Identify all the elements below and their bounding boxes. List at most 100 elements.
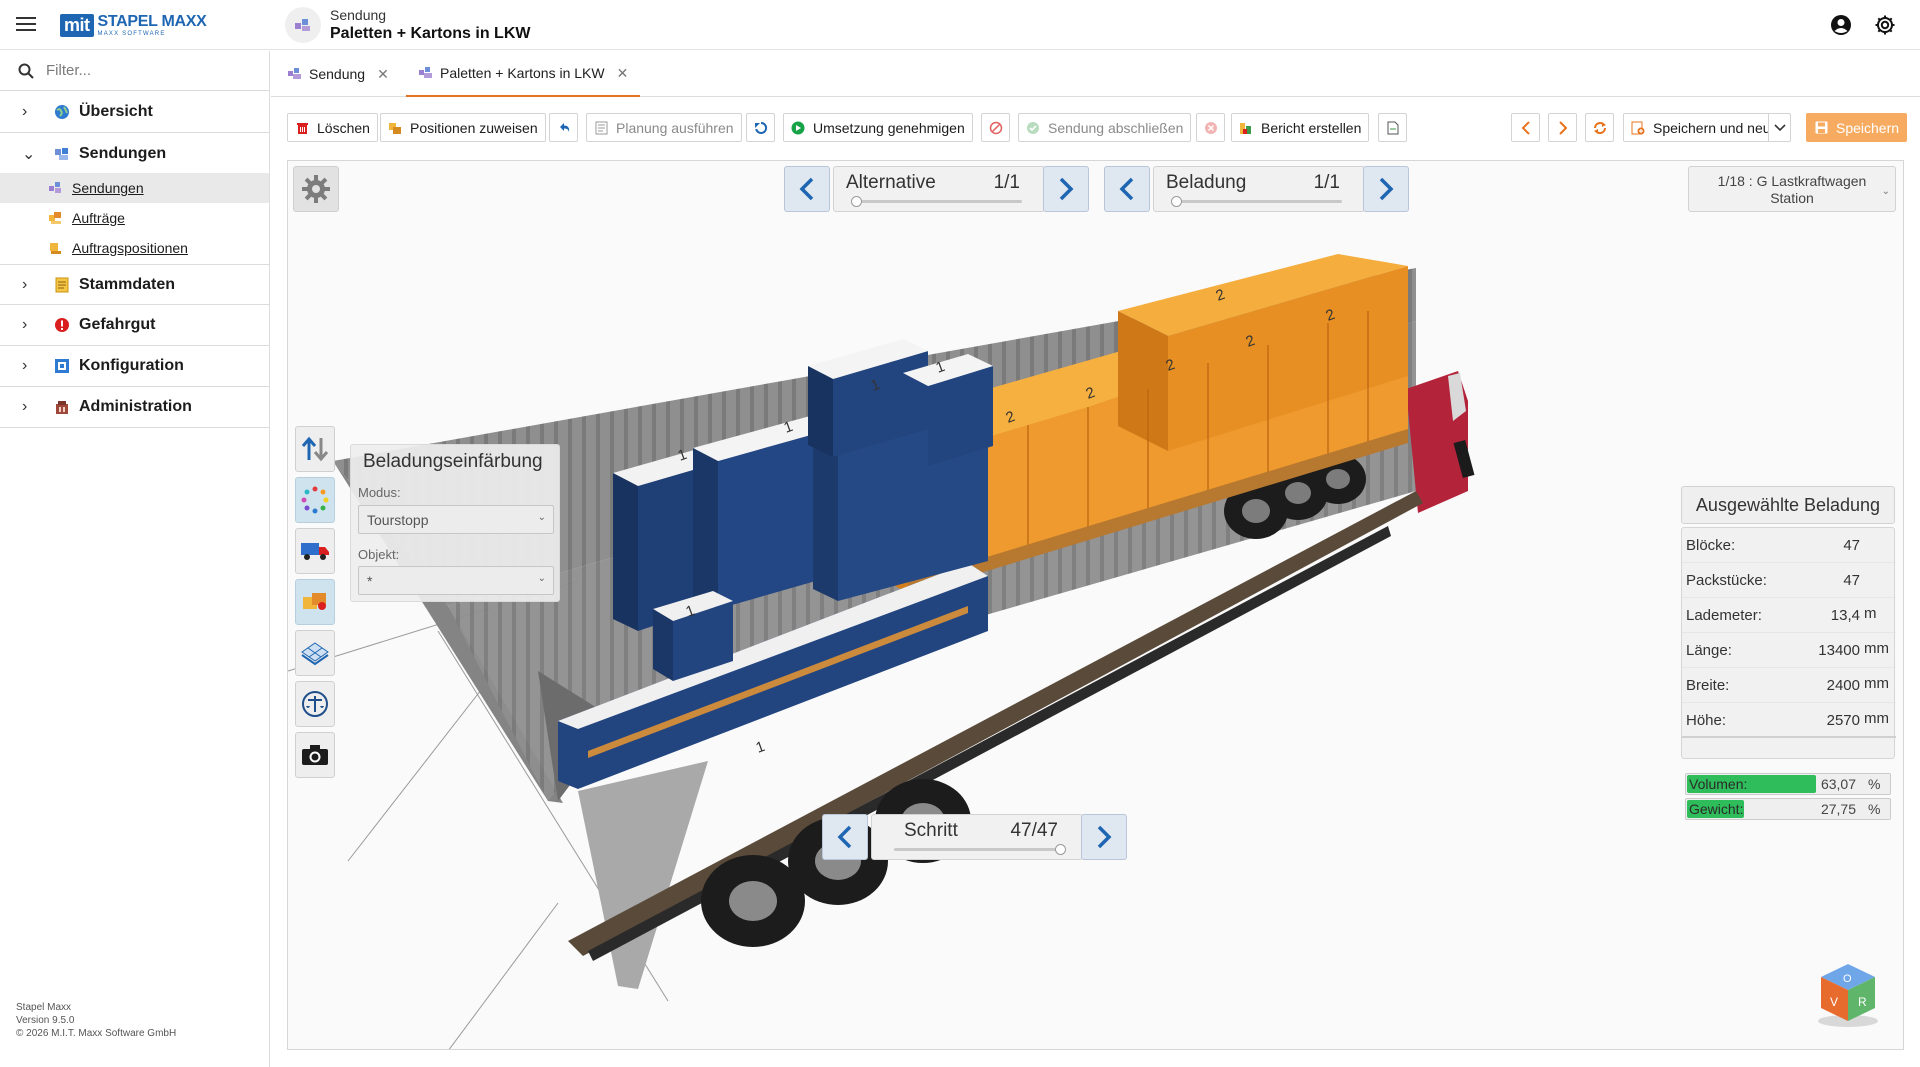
chevron-down-icon[interactable]: ⌄: [22, 144, 36, 164]
slider-track[interactable]: [894, 848, 1060, 851]
truck-loading-scene[interactable]: 1 1 1 1 1 1 2 2 2 2 2 2: [288, 161, 1904, 1050]
tab-sendung[interactable]: Sendung ✕: [287, 51, 389, 97]
shipment-header-icon: [285, 7, 321, 43]
navigation-cube-icon[interactable]: O V R: [1813, 959, 1883, 1029]
object-select[interactable]: * ⌄: [358, 566, 554, 595]
cancel-button[interactable]: [981, 113, 1010, 142]
close-icon[interactable]: ✕: [377, 66, 389, 83]
step-next-button[interactable]: [1081, 814, 1127, 860]
sidebar-item-label: Konfiguration: [79, 357, 184, 374]
sidebar-item-konfiguration[interactable]: › Konfiguration: [0, 346, 269, 387]
stat-unit: mm: [1864, 710, 1889, 727]
mode-select[interactable]: Tourstopp ⌄: [358, 505, 554, 534]
sidebar-item-gefahrgut[interactable]: › Gefahrgut: [0, 305, 269, 346]
save-and-new-button[interactable]: Speichern und neu: [1623, 113, 1771, 142]
selected-loading-button[interactable]: Ausgewählte Beladung: [1681, 486, 1895, 524]
hamburger-menu-icon[interactable]: [14, 13, 38, 37]
chevron-right-icon[interactable]: ›: [22, 316, 36, 334]
stat-row: Lademeter: 13,4 m: [1682, 598, 1896, 633]
save-button[interactable]: Speichern: [1806, 113, 1908, 142]
order-positions-icon: [48, 241, 62, 255]
stat-key: Packstücke:: [1686, 572, 1767, 589]
slider-track[interactable]: [1176, 200, 1342, 203]
stat-row: Breite: 2400 mm: [1682, 668, 1896, 703]
sidebar-item-stammdaten[interactable]: › Stammdaten: [0, 264, 269, 305]
refresh-icon: [1593, 121, 1607, 135]
delete-button[interactable]: Löschen: [287, 113, 378, 142]
floor-tool-button[interactable]: [295, 630, 335, 676]
chevron-right-icon[interactable]: ›: [22, 357, 36, 375]
slider-thumb[interactable]: [1171, 196, 1182, 207]
approve-implementation-button[interactable]: Umsetzung genehmigen: [783, 113, 973, 142]
logo-mit: mit: [60, 13, 94, 37]
save-and-new-label: Speichern und neu: [1653, 119, 1771, 136]
export-button[interactable]: [1378, 113, 1407, 142]
weight-balance-tool-button[interactable]: [295, 681, 335, 727]
settings-gear-icon[interactable]: [1873, 13, 1897, 37]
next-record-button[interactable]: [1548, 113, 1577, 142]
beladung-next-button[interactable]: [1363, 166, 1409, 212]
sidebar-item-uebersicht[interactable]: › Übersicht: [0, 92, 269, 133]
floor-grid-icon: [301, 642, 329, 666]
chevron-right-icon[interactable]: ›: [22, 103, 36, 121]
sidebar-subitem-sendungen[interactable]: Sendungen: [0, 173, 269, 203]
truck-icon: [301, 543, 329, 560]
tab-paletten-kartons[interactable]: Paletten + Kartons in LKW ✕: [406, 51, 641, 97]
slider-thumb[interactable]: [851, 196, 862, 207]
chevron-down-icon: [1773, 121, 1787, 135]
object-label: Objekt:: [358, 547, 400, 562]
globe-icon: [54, 104, 70, 120]
app-logo[interactable]: mit STAPEL MAXX MAXX SOFTWARE: [60, 12, 207, 38]
slider-track[interactable]: [856, 200, 1022, 203]
step-slider[interactable]: Schritt 47/47: [871, 814, 1083, 860]
alternative-previous-button[interactable]: [784, 166, 830, 212]
chevron-left-icon: [799, 177, 814, 201]
create-report-button[interactable]: Bericht erstellen: [1231, 113, 1370, 142]
beladung-previous-button[interactable]: [1104, 166, 1150, 212]
volume-progress-bar: Volumen: 63,07 %: [1685, 773, 1891, 795]
sidebar-subitem-auftraege[interactable]: Aufträge: [0, 203, 269, 233]
user-account-icon[interactable]: [1830, 14, 1852, 36]
assign-positions-button[interactable]: Positionen zuweisen: [380, 113, 546, 142]
coloring-tool-button[interactable]: [295, 477, 335, 523]
reset-icon: [754, 121, 768, 135]
box-front: [693, 448, 718, 609]
previous-record-button[interactable]: [1511, 113, 1540, 142]
reset-button[interactable]: [746, 113, 775, 142]
sidebar-item-sendungen[interactable]: ⌄ Sendungen: [0, 133, 269, 174]
undo-button[interactable]: [549, 113, 578, 142]
alternative-slider[interactable]: Alternative 1/1: [833, 166, 1045, 212]
stat-key: Breite:: [1686, 677, 1730, 694]
beladung-slider[interactable]: Beladung 1/1: [1153, 166, 1365, 212]
sidebar-subitem-label: Auftragspositionen: [72, 240, 188, 256]
filter-field[interactable]: Filter...: [0, 51, 269, 91]
chevron-right-icon[interactable]: ›: [22, 398, 36, 416]
weight-label: Gewicht:: [1689, 801, 1744, 817]
step-previous-button[interactable]: [822, 814, 868, 860]
camera-icon: [302, 745, 328, 765]
stop-label: 1: [754, 738, 768, 757]
close-icon[interactable]: ✕: [617, 65, 629, 82]
sidebar-item-label: Übersicht: [79, 103, 153, 120]
sort-tool-button[interactable]: [295, 426, 335, 472]
save-options-dropdown[interactable]: [1768, 113, 1791, 142]
screenshot-tool-button[interactable]: [295, 732, 335, 778]
discard-button[interactable]: [1196, 113, 1225, 142]
loading-3d-viewer[interactable]: 1 1 1 1 1 1 2 2 2 2 2 2 Alternative 1/1: [287, 160, 1904, 1050]
complete-shipment-button[interactable]: Sendung abschließen: [1018, 113, 1192, 142]
sidebar: Filter... › Übersicht ⌄ Sendungen Sendun…: [0, 51, 270, 1067]
refresh-button[interactable]: [1585, 113, 1614, 142]
stat-row: Blöcke: 47: [1682, 528, 1896, 563]
viewer-settings-button[interactable]: [293, 166, 339, 212]
sidebar-subitem-auftragspositionen[interactable]: Auftragspositionen: [0, 233, 269, 263]
alternative-next-button[interactable]: [1043, 166, 1089, 212]
stat-value: 13400: [1818, 642, 1860, 659]
vehicle-tool-button[interactable]: [295, 528, 335, 574]
chevron-right-icon[interactable]: ›: [22, 276, 36, 294]
sidebar-item-label: Gefahrgut: [79, 316, 156, 333]
slider-thumb[interactable]: [1055, 844, 1066, 855]
run-planning-button[interactable]: Planung ausführen: [586, 113, 742, 142]
sidebar-item-administration[interactable]: › Administration: [0, 387, 269, 428]
cargo-tool-button[interactable]: [295, 579, 335, 625]
station-select[interactable]: 1/18 : G Lastkraftwagen Station ⌄: [1688, 166, 1896, 212]
